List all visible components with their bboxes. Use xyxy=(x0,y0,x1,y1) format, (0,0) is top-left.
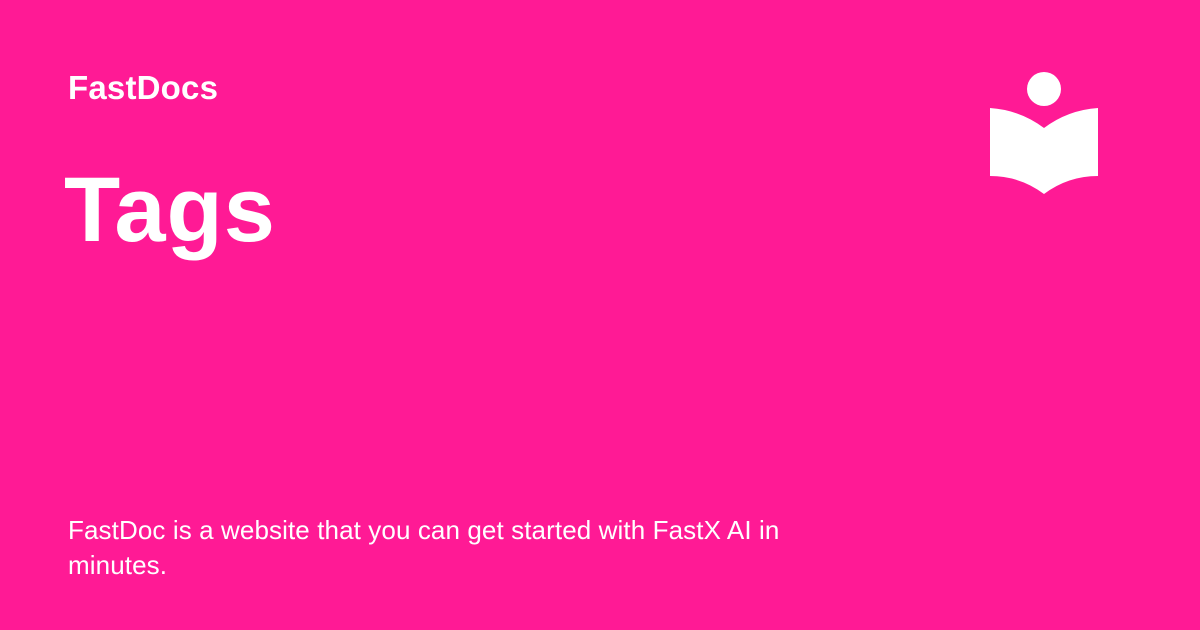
site-description: FastDoc is a website that you can get st… xyxy=(68,515,780,580)
social-card: FastDocs Tags FastDoc is a website that … xyxy=(0,0,1200,630)
page-title: Tags xyxy=(64,159,276,261)
reader-book-icon xyxy=(988,70,1100,198)
site-name: FastDocs xyxy=(68,69,219,106)
